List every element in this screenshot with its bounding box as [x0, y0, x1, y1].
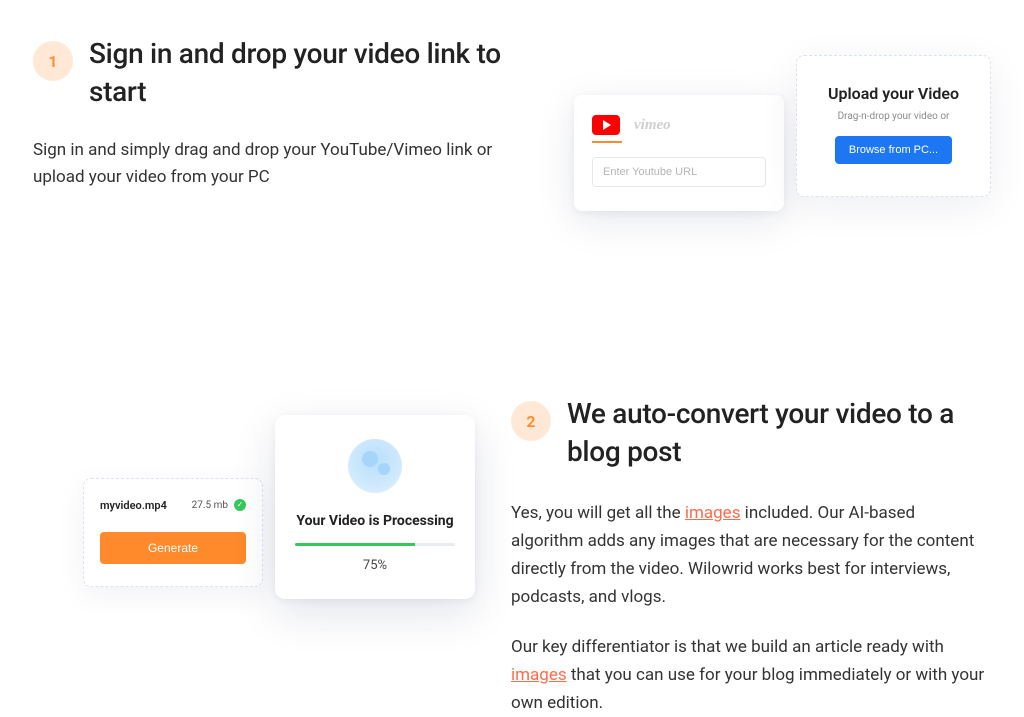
upload-success-icon: ✓ [234, 499, 246, 511]
step-1-cards: vimeo Upload your Video Drag-n-drop your… [574, 55, 991, 211]
step-2-number-badge: 2 [511, 401, 551, 441]
generate-button[interactable]: Generate [100, 532, 246, 564]
vimeo-icon[interactable]: vimeo [634, 117, 671, 134]
video-source-tabs: vimeo [592, 115, 766, 135]
uploaded-file-card: myvideo.mp4 27.5 mb ✓ Generate [83, 478, 263, 587]
step-2-text: 2 We auto-convert your video to a blog p… [511, 395, 991, 717]
active-tab-underline [592, 141, 622, 143]
text-span: Our key differentiator is that we build … [511, 637, 944, 657]
step-1-text: 1 Sign in and drop your video link to st… [33, 35, 513, 191]
text-span: Yes, you will get all the [511, 503, 685, 523]
step-1-title: Sign in and drop your video link to star… [89, 35, 513, 111]
file-name: myvideo.mp4 [100, 499, 167, 512]
step-2-title: We auto-convert your video to a blog pos… [567, 395, 991, 471]
progress-bar [295, 543, 455, 546]
file-size: 27.5 mb [192, 500, 228, 511]
step-2-header: 2 We auto-convert your video to a blog p… [511, 395, 991, 471]
processing-title: Your Video is Processing [295, 513, 455, 529]
upload-video-card[interactable]: Upload your Video Drag-n-drop your video… [796, 55, 991, 197]
progress-bar-fill [295, 543, 415, 546]
images-link-1[interactable]: images [685, 503, 741, 523]
step-1-header: 1 Sign in and drop your video link to st… [33, 35, 513, 111]
images-link-2[interactable]: images [511, 665, 567, 685]
upload-card-subtitle: Drag-n-drop your video or [813, 111, 974, 122]
step-2-cards: myvideo.mp4 27.5 mb ✓ Generate Your Vide… [83, 465, 475, 599]
progress-percent: 75% [295, 558, 455, 573]
file-meta: 27.5 mb ✓ [192, 499, 246, 511]
browse-from-pc-button[interactable]: Browse from PC... [835, 136, 952, 164]
processing-avatar-icon [348, 439, 402, 493]
file-info-row: myvideo.mp4 27.5 mb ✓ [100, 499, 246, 512]
video-url-card: vimeo [574, 95, 784, 211]
upload-card-title: Upload your Video [813, 84, 974, 103]
processing-card: Your Video is Processing 75% [275, 415, 475, 599]
youtube-url-input[interactable] [592, 157, 766, 187]
step-1-number-badge: 1 [33, 41, 73, 81]
step-1-section: 1 Sign in and drop your video link to st… [33, 35, 991, 191]
step-2-paragraph-1: Yes, you will get all the images include… [511, 499, 991, 611]
youtube-icon[interactable] [592, 115, 620, 135]
text-span: that you can use for your blog immediate… [511, 665, 984, 713]
step-1-description: Sign in and simply drag and drop your Yo… [33, 137, 493, 191]
step-2-paragraph-2: Our key differentiator is that we build … [511, 633, 991, 717]
